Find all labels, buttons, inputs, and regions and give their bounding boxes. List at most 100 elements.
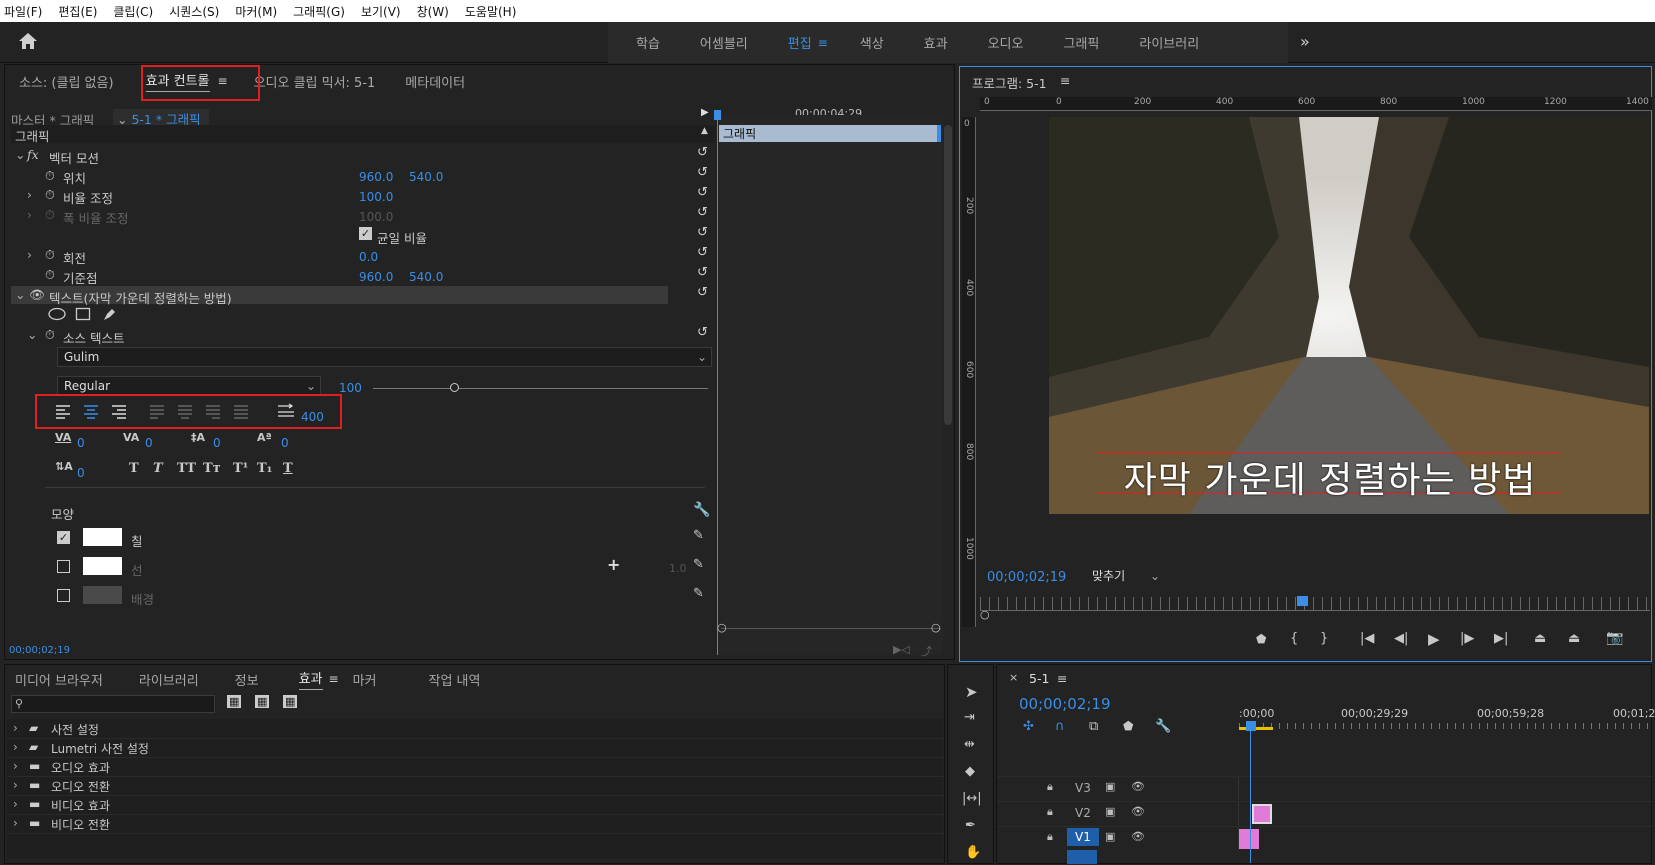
- workspace-graphics[interactable]: 그래픽: [1063, 33, 1099, 52]
- track-area-v1[interactable]: [1238, 826, 1652, 850]
- superscript-icon[interactable]: T¹: [233, 461, 248, 476]
- snap-icon[interactable]: ✣: [1023, 719, 1034, 734]
- play-audio-icon[interactable]: ▶◁: [893, 643, 910, 656]
- tsume-icon[interactable]: ⇅A: [55, 460, 73, 473]
- expand-chevron-icon[interactable]: ›: [27, 187, 32, 202]
- menu-file[interactable]: 파일(F): [4, 3, 42, 20]
- underline-icon[interactable]: T: [283, 461, 293, 476]
- timeline-playhead-icon[interactable]: [1246, 721, 1256, 731]
- slip-tool-icon[interactable]: |↔|: [962, 791, 982, 806]
- tab-effects[interactable]: 효과: [298, 668, 323, 690]
- subscript-icon[interactable]: T₁: [257, 461, 272, 476]
- uniform-scale-checkbox[interactable]: ✓: [359, 227, 372, 240]
- eye-icon[interactable]: 👁: [1131, 780, 1145, 793]
- font-size-slider-track[interactable]: [373, 388, 708, 389]
- tab-media-browser[interactable]: 미디어 브라우저: [15, 670, 103, 689]
- program-timecode[interactable]: 00;00;02;19: [987, 570, 1066, 585]
- sync-lock-icon[interactable]: ▣: [1105, 780, 1115, 793]
- menu-view[interactable]: 보기(V): [361, 3, 401, 20]
- lift-icon[interactable]: ⏏: [1534, 631, 1546, 646]
- track-label-v1[interactable]: V1: [1067, 828, 1099, 846]
- stopwatch-icon[interactable]: ⏱: [45, 168, 55, 184]
- program-playhead-icon[interactable]: [1297, 596, 1308, 606]
- add-marker-icon[interactable]: ⬟: [1123, 719, 1133, 733]
- lock-icon[interactable]: 🔒︎: [1047, 805, 1053, 819]
- eyedropper-icon[interactable]: ✎: [693, 557, 704, 572]
- linked-selection-icon[interactable]: ⧉: [1089, 719, 1098, 734]
- wrench-icon[interactable]: 🔧: [1155, 719, 1171, 734]
- reset-icon[interactable]: ↺: [697, 185, 708, 200]
- background-checkbox[interactable]: [57, 589, 70, 602]
- graphic-clip-v2[interactable]: [1252, 804, 1272, 824]
- export-frame-icon[interactable]: 📷: [1606, 630, 1623, 646]
- font-style-dropdown[interactable]: Regular ⌄: [57, 376, 321, 396]
- expand-chevron-icon[interactable]: ›: [27, 247, 32, 262]
- justify-all-icon[interactable]: [233, 405, 249, 419]
- yuv-effects-icon[interactable]: ▦: [283, 695, 298, 708]
- stroke-checkbox[interactable]: [57, 560, 70, 573]
- subtitle-text[interactable]: 자막 가운데 정렬하는 방법: [1099, 451, 1561, 503]
- home-icon[interactable]: [18, 32, 38, 50]
- program-scrubber[interactable]: [980, 597, 1650, 611]
- stroke-width-value[interactable]: 1.0: [669, 562, 687, 575]
- sync-lock-icon[interactable]: ▣: [1105, 830, 1115, 843]
- align-right-icon[interactable]: [111, 405, 127, 419]
- position-x[interactable]: 960.0: [359, 170, 393, 184]
- leading-icon[interactable]: ‡A: [191, 431, 205, 444]
- list-item[interactable]: › ▬ 오디오 효과: [7, 759, 943, 777]
- fill-checkbox[interactable]: ✓: [57, 531, 70, 544]
- tab-metadata[interactable]: 메타데이터: [405, 72, 465, 91]
- anchor-y[interactable]: 540.0: [409, 270, 443, 284]
- workspace-color[interactable]: 색상: [860, 33, 884, 52]
- close-icon[interactable]: ×: [1009, 671, 1018, 684]
- justify-right-icon[interactable]: [205, 405, 221, 419]
- tab-audio-clip-mixer[interactable]: 오디오 클립 믹서: 5-1: [254, 72, 376, 91]
- justify-center-icon[interactable]: [177, 405, 193, 419]
- tracking-icon[interactable]: VA: [123, 431, 139, 444]
- step-back-icon[interactable]: ◀|: [1394, 631, 1408, 646]
- list-item[interactable]: › ▰ Lumetri 사전 설정: [7, 740, 943, 758]
- effects-search-input[interactable]: ⚲: [11, 695, 215, 713]
- lock-icon[interactable]: 🔒︎: [1047, 780, 1053, 794]
- tab-libraries[interactable]: 라이브러리: [139, 670, 199, 689]
- workspace-audio[interactable]: 오디오: [988, 33, 1024, 52]
- workspace-menu-icon[interactable]: ≡: [818, 36, 828, 50]
- fit-dropdown[interactable]: 맞추기 ⌄: [1086, 567, 1164, 585]
- play-only-icon[interactable]: ▶: [701, 107, 709, 118]
- reset-icon[interactable]: ↺: [697, 225, 708, 240]
- position-y[interactable]: 540.0: [409, 170, 443, 184]
- track-label-v2[interactable]: V2: [1075, 806, 1091, 820]
- timeline-ruler[interactable]: [1239, 699, 1651, 729]
- faux-bold-icon[interactable]: T: [129, 461, 139, 476]
- scale-value[interactable]: 100.0: [359, 190, 393, 204]
- work-area-bar[interactable]: [1239, 727, 1273, 730]
- play-icon[interactable]: ▶: [1428, 630, 1440, 648]
- timeline-clip-graphic[interactable]: 그래픽: [719, 125, 941, 142]
- scrubber-start-handle-icon[interactable]: ○: [980, 608, 990, 621]
- step-forward-icon[interactable]: |▶: [1460, 631, 1474, 646]
- sync-lock-icon[interactable]: ▣: [1105, 805, 1115, 818]
- leading-value[interactable]: 0: [213, 436, 221, 450]
- tab-history[interactable]: 작업 내역: [429, 670, 481, 689]
- magnet-icon[interactable]: ∩: [1055, 719, 1065, 734]
- extract-icon[interactable]: ⏏: [1568, 631, 1580, 646]
- reset-icon[interactable]: ↺: [697, 205, 708, 220]
- all-caps-icon[interactable]: TT: [177, 461, 196, 476]
- track-area-v2[interactable]: [1238, 801, 1652, 825]
- ellipse-mask-icon[interactable]: [47, 307, 67, 321]
- reset-icon[interactable]: ↺: [697, 265, 708, 280]
- pen-mask-icon[interactable]: [101, 306, 117, 322]
- export-icon[interactable]: ⤴: [921, 643, 932, 659]
- baseline-icon[interactable]: Aª: [257, 431, 272, 444]
- add-stroke-icon[interactable]: +: [607, 555, 620, 574]
- track-area-v3[interactable]: [1238, 776, 1652, 800]
- mark-in-icon[interactable]: {: [1290, 631, 1298, 646]
- 32bit-effects-icon[interactable]: ▦: [255, 695, 270, 708]
- expand-chevron-icon[interactable]: ⌄: [15, 287, 25, 302]
- scroll-handle-left-icon[interactable]: ○: [717, 621, 727, 634]
- collapse-icon[interactable]: ▲: [701, 126, 708, 136]
- menu-window[interactable]: 창(W): [417, 3, 449, 20]
- workspace-learn[interactable]: 학습: [636, 33, 660, 52]
- menu-help[interactable]: 도움말(H): [465, 3, 517, 20]
- menu-clip[interactable]: 클립(C): [113, 3, 153, 20]
